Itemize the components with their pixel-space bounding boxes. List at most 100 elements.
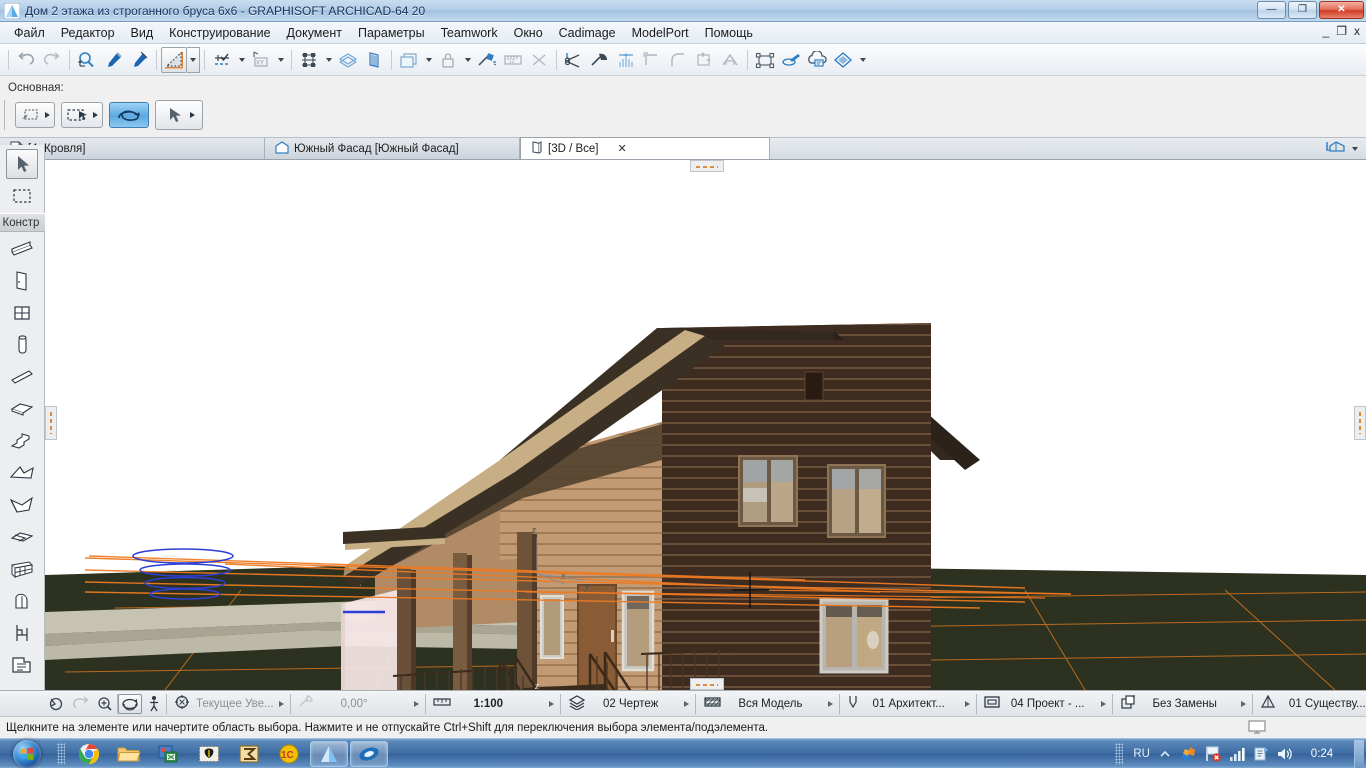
info-cloud-button[interactable]: [804, 47, 830, 73]
inject-parameters-button[interactable]: [126, 47, 152, 73]
layer-combination-dropdown[interactable]: 02 Чертеж: [561, 691, 695, 717]
toolbox-morph[interactable]: [6, 522, 38, 552]
intersect-button[interactable]: [526, 47, 552, 73]
graphic-override-dropdown[interactable]: Без Замены: [1113, 691, 1252, 717]
menu-edit[interactable]: Редактор: [53, 23, 123, 43]
infobox-tool-3[interactable]: [109, 102, 149, 128]
tab-south-elevation[interactable]: Южный Фасад [Южный Фасад]: [265, 138, 520, 159]
split-button[interactable]: [561, 47, 587, 73]
selection-tool-button[interactable]: [161, 46, 187, 73]
infobox-tool-2[interactable]: [61, 102, 103, 128]
tab-close-icon[interactable]: ✕: [618, 142, 627, 155]
taskbar-grip-handle[interactable]: [57, 742, 65, 765]
taskbar-sigma[interactable]: [230, 741, 268, 767]
viewport-bottom-splitter[interactable]: [690, 678, 724, 690]
group-button[interactable]: [752, 47, 778, 73]
start-button[interactable]: [1, 739, 53, 768]
render-button[interactable]: [830, 47, 856, 73]
renovation-filter-dropdown[interactable]: 01 Существу...: [1253, 691, 1366, 717]
user-origin-dropdown[interactable]: [274, 47, 287, 73]
guide-line-dropdown[interactable]: [235, 47, 248, 73]
layers-button[interactable]: [396, 47, 422, 73]
mesh-display-button[interactable]: [335, 47, 361, 73]
menu-help[interactable]: Помощь: [697, 23, 761, 43]
toolbox-zone[interactable]: [6, 650, 38, 680]
undo-button[interactable]: [13, 47, 39, 73]
tray-show-hidden[interactable]: [1156, 745, 1174, 763]
structure-display-dropdown[interactable]: Вся Модель: [696, 691, 839, 717]
toolbox-skylight[interactable]: [6, 586, 38, 616]
grid-snap-button[interactable]: [296, 47, 322, 73]
toolbox-group-design[interactable]: Констр: [0, 213, 45, 232]
menu-teamwork[interactable]: Teamwork: [433, 23, 506, 43]
toolbox-curtain-wall[interactable]: [6, 554, 38, 584]
toolbox-wall[interactable]: [6, 234, 38, 264]
measure-button[interactable]: 12: [500, 47, 526, 73]
find-select-button[interactable]: [74, 47, 100, 73]
taskbar-chrome[interactable]: [70, 741, 108, 767]
user-origin-button[interactable]: XY: [248, 47, 274, 73]
taskbar-1c[interactable]: 1С: [270, 741, 308, 767]
taskbar-explorer[interactable]: [110, 741, 148, 767]
toolbox-shell[interactable]: [6, 490, 38, 520]
tray-volume[interactable]: [1276, 745, 1294, 763]
render-dropdown[interactable]: [856, 47, 869, 73]
tray-action-center[interactable]: [1204, 745, 1222, 763]
zoom-in-button[interactable]: [93, 694, 117, 714]
toolbox-column[interactable]: [6, 330, 38, 360]
layers-dropdown[interactable]: [422, 47, 435, 73]
toolbox-object[interactable]: [6, 618, 38, 648]
orientation-dropdown[interactable]: 0,00°: [291, 691, 425, 717]
stretch-button[interactable]: [613, 47, 639, 73]
tray-network[interactable]: [1228, 745, 1246, 763]
restore-button[interactable]: ❐: [1288, 1, 1317, 19]
menu-window[interactable]: Окно: [506, 23, 551, 43]
pen-set-button[interactable]: [778, 47, 804, 73]
taskbar-spreadsheet[interactable]: [150, 741, 188, 767]
toolbox-window[interactable]: [6, 298, 38, 328]
show-desktop-button[interactable]: [1354, 739, 1364, 768]
3d-model-viewport[interactable]: ........... ........ ...... z x y z: [45, 160, 1366, 690]
menu-design[interactable]: Конструирование: [161, 23, 278, 43]
infobox-tool-4[interactable]: [155, 100, 203, 130]
tray-clock[interactable]: 0:24: [1300, 748, 1344, 760]
toolbox-arrow[interactable]: [6, 149, 38, 179]
3d-projection-icon[interactable]: [1324, 140, 1348, 158]
tray-language-indicator[interactable]: RU: [1133, 748, 1150, 760]
toolbox-marquee[interactable]: [6, 181, 38, 211]
explore-button[interactable]: [142, 694, 166, 714]
orbit-button[interactable]: [118, 693, 142, 714]
grid-snap-dropdown[interactable]: [322, 47, 335, 73]
model-view-dropdown[interactable]: 04 Проект - ...: [977, 691, 1112, 717]
taskbar-mail[interactable]: [190, 741, 228, 767]
mdi-minimize-button[interactable]: _: [1323, 24, 1330, 38]
toolbox-roof[interactable]: [6, 458, 38, 488]
infobox-tool-1[interactable]: [15, 102, 55, 128]
3d-view-button[interactable]: [361, 47, 387, 73]
toolbox-slab[interactable]: [6, 394, 38, 424]
toolbox-stair[interactable]: [6, 426, 38, 456]
roof-button[interactable]: [717, 47, 743, 73]
close-button[interactable]: ✕: [1319, 1, 1364, 19]
menu-cadimage[interactable]: Cadimage: [551, 23, 624, 43]
pick-up-parameters-button[interactable]: [100, 47, 126, 73]
redo-button[interactable]: [39, 47, 65, 73]
guide-line-button[interactable]: [209, 47, 235, 73]
lock-dropdown[interactable]: [461, 47, 474, 73]
mdi-restore-button[interactable]: ❐: [1336, 24, 1347, 38]
zoom-next-button[interactable]: [69, 694, 93, 714]
selection-tool-dropdown[interactable]: [187, 46, 200, 73]
adjust-button[interactable]: [587, 47, 613, 73]
scale-value[interactable]: 1:100: [426, 691, 560, 717]
magic-wand-button[interactable]: [474, 47, 500, 73]
mdi-close-button[interactable]: x: [1354, 24, 1360, 38]
viewport-top-splitter[interactable]: [690, 160, 724, 172]
menu-document[interactable]: Документ: [279, 23, 350, 43]
pen-set-dropdown[interactable]: 01 Архитект...: [840, 691, 975, 717]
zoom-preset-dropdown[interactable]: Текущее Уве...: [167, 691, 290, 717]
menu-modelport[interactable]: ModelPort: [624, 23, 697, 43]
viewport-right-splitter[interactable]: [1354, 406, 1366, 440]
minimize-button[interactable]: —: [1257, 1, 1286, 19]
taskbar-blue-app[interactable]: [350, 740, 388, 767]
trim-button[interactable]: [691, 47, 717, 73]
